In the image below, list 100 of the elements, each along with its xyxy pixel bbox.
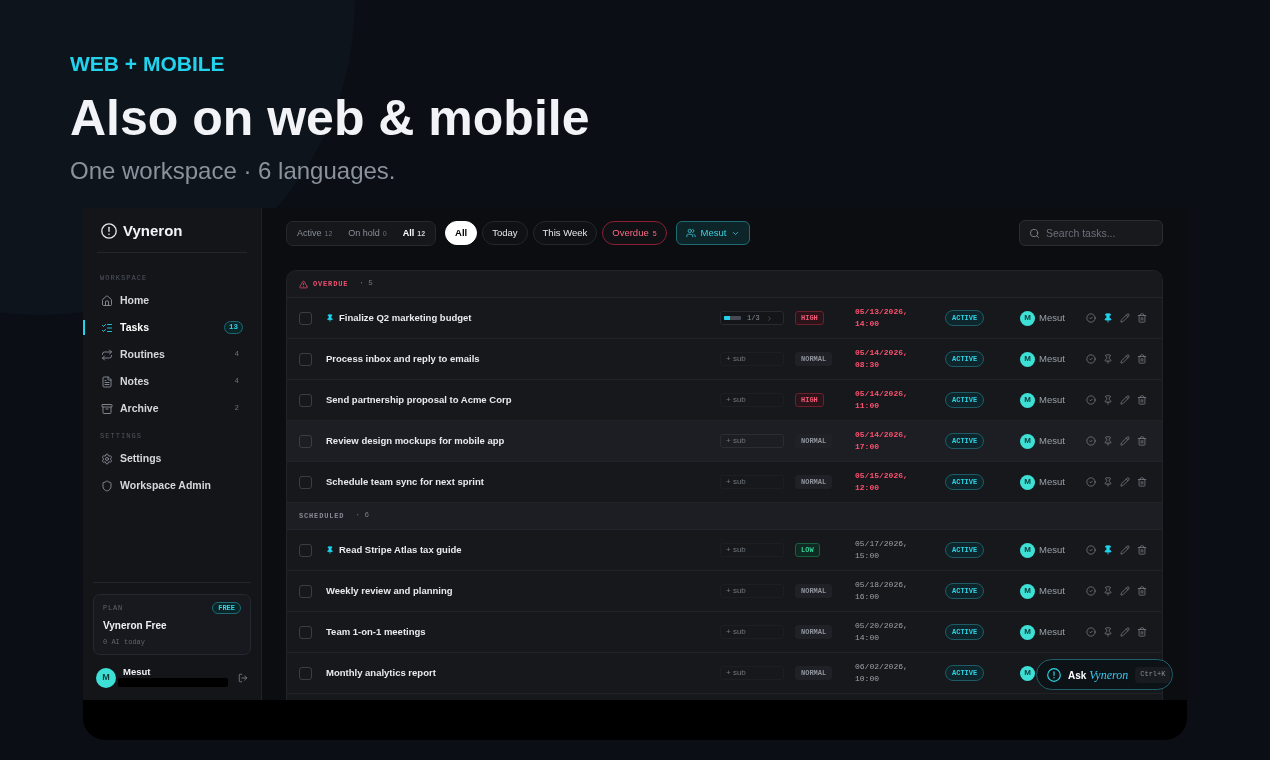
- trash-icon[interactable]: [1137, 313, 1147, 323]
- nav-item[interactable]: Workspace Admin: [101, 479, 212, 492]
- warning-icon: [299, 279, 308, 289]
- check-circle-icon[interactable]: [1086, 395, 1096, 405]
- filter-pill[interactable]: This Week: [532, 221, 598, 245]
- assignee-name: Mesut: [1039, 395, 1065, 405]
- add-subtask-button[interactable]: + sub: [720, 352, 784, 366]
- assignee-name: Mesut: [1039, 477, 1065, 487]
- task-title: Send partnership proposal to Acme Corp: [326, 395, 512, 405]
- due-date: 05/18/2026, 16:00: [855, 579, 909, 603]
- checkbox[interactable]: [299, 584, 312, 598]
- task-title: Weekly review and planning: [326, 586, 453, 596]
- avatar: M: [1020, 583, 1035, 599]
- task-title: Schedule team sync for next sprint: [326, 477, 484, 487]
- avatar: M: [1020, 542, 1035, 558]
- check-circle-icon[interactable]: [1086, 545, 1096, 555]
- document-icon: [101, 375, 113, 388]
- settings-icon: [101, 452, 113, 465]
- add-subtask-button[interactable]: + sub: [720, 475, 784, 489]
- nav-item[interactable]: Tasks: [101, 321, 149, 334]
- logo-icon: [1047, 667, 1061, 682]
- avatar: M: [1020, 310, 1035, 326]
- trash-icon[interactable]: [1137, 627, 1147, 637]
- check-circle-icon[interactable]: [1086, 586, 1096, 596]
- assignee-name: Mesut: [1039, 436, 1065, 446]
- checkbox[interactable]: [299, 625, 312, 639]
- search-icon: [1029, 227, 1040, 239]
- nav-item[interactable]: Archive: [101, 402, 159, 415]
- pencil-icon[interactable]: [1120, 586, 1130, 596]
- checkbox[interactable]: [299, 475, 312, 489]
- checkbox[interactable]: [299, 666, 312, 680]
- assignee-name: Mesut: [1039, 354, 1065, 364]
- shield-icon: [101, 479, 113, 492]
- trash-icon[interactable]: [1137, 395, 1147, 405]
- brand-name: Vyneron: [123, 223, 183, 238]
- nav-item[interactable]: Routines: [101, 348, 165, 361]
- trash-icon[interactable]: [1137, 586, 1147, 596]
- pencil-icon[interactable]: [1120, 627, 1130, 637]
- add-subtask-button[interactable]: + sub: [720, 543, 784, 557]
- pencil-icon[interactable]: [1120, 313, 1130, 323]
- assignee-filter[interactable]: Mesut: [675, 221, 751, 245]
- add-subtask-button[interactable]: + sub: [720, 434, 784, 448]
- add-subtask-button[interactable]: + sub: [720, 666, 784, 680]
- task-title: Finalize Q2 marketing budget: [339, 313, 472, 323]
- pin-icon[interactable]: [1103, 545, 1113, 555]
- trash-icon[interactable]: [1137, 354, 1147, 364]
- users-icon: [685, 228, 696, 238]
- checkbox[interactable]: [299, 393, 312, 407]
- hero-title: Also on web & mobile: [70, 90, 590, 146]
- add-subtask-button[interactable]: + sub: [720, 584, 784, 598]
- hero-subtitle: One workspace · 6 languages.: [70, 156, 396, 186]
- trash-icon[interactable]: [1137, 545, 1147, 555]
- trash-icon[interactable]: [1137, 436, 1147, 446]
- checkbox[interactable]: [299, 543, 312, 557]
- pencil-icon[interactable]: [1120, 354, 1130, 364]
- repeat-arrows-icon: [101, 348, 113, 361]
- check-circle-icon[interactable]: [1086, 477, 1096, 487]
- home-icon: [101, 294, 113, 307]
- logout-icon[interactable]: [238, 673, 248, 683]
- check-circle-icon[interactable]: [1086, 436, 1096, 446]
- checkbox[interactable]: [299, 311, 312, 325]
- pin-icon[interactable]: [1103, 313, 1113, 323]
- logo-icon: [101, 222, 117, 239]
- task-title: Monthly analytics report: [326, 668, 436, 678]
- check-circle-icon[interactable]: [1086, 627, 1096, 637]
- check-circle-icon[interactable]: [1086, 354, 1096, 364]
- add-subtask-button[interactable]: + sub: [720, 625, 784, 639]
- avatar: M: [1020, 351, 1035, 367]
- plan-name: Vyneron Free: [103, 620, 167, 632]
- active-indicator: [83, 320, 85, 335]
- pencil-icon[interactable]: [1120, 545, 1130, 555]
- trash-icon[interactable]: [1137, 477, 1147, 487]
- pencil-icon[interactable]: [1120, 436, 1130, 446]
- check-circle-icon[interactable]: [1086, 313, 1096, 323]
- due-date: 05/13/2026, 14:00: [855, 306, 909, 330]
- nav-item[interactable]: Settings: [101, 452, 162, 465]
- checklist-icon: [101, 321, 113, 334]
- avatar: M: [1020, 433, 1035, 449]
- eyebrow-label: WEB + MOBILE: [70, 52, 225, 76]
- due-date: 05/15/2026, 12:00: [855, 470, 909, 494]
- user-name: Mesut: [123, 666, 151, 677]
- checkbox[interactable]: [299, 352, 312, 366]
- search-field[interactable]: Search tasks...: [1019, 220, 1163, 246]
- nav-item[interactable]: Home: [101, 294, 150, 307]
- avatar: M: [96, 668, 116, 688]
- pencil-icon[interactable]: [1120, 395, 1130, 405]
- avatar: M: [1020, 474, 1035, 490]
- filter-pill[interactable]: All: [445, 221, 478, 245]
- checkbox[interactable]: [299, 434, 312, 448]
- due-date: 06/02/2026, 10:00: [855, 661, 909, 685]
- pencil-icon[interactable]: [1120, 477, 1130, 487]
- avatar: M: [1020, 392, 1035, 408]
- filter-pill[interactable]: Today: [482, 221, 528, 245]
- nav-item[interactable]: Notes: [101, 375, 150, 388]
- task-title: Process inbox and reply to emails: [326, 354, 480, 364]
- task-title: Team 1-on-1 meetings: [326, 627, 426, 637]
- add-subtask-button[interactable]: + sub: [720, 393, 784, 407]
- task-title: Review design mockups for mobile app: [326, 436, 505, 446]
- avatar: M: [1020, 624, 1035, 640]
- due-date: 05/20/2026, 14:00: [855, 620, 909, 644]
